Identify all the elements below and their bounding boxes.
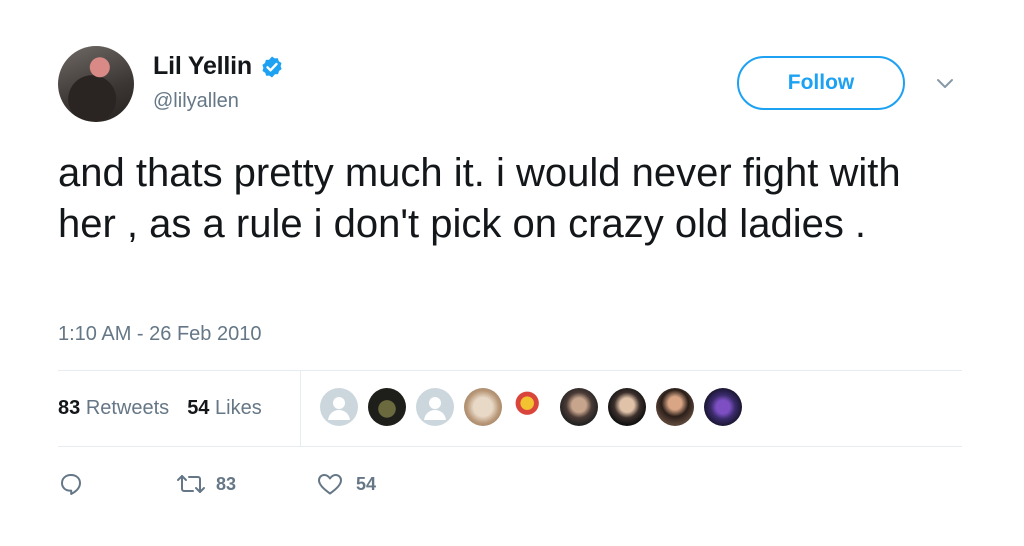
stats-separator xyxy=(300,370,301,446)
chevron-down-icon[interactable] xyxy=(934,72,956,94)
author-name-row[interactable]: Lil Yellin xyxy=(153,52,284,81)
reply-button[interactable] xyxy=(58,471,176,497)
liker-avatar[interactable] xyxy=(704,388,742,426)
heart-icon xyxy=(316,471,344,497)
tweet-text: and thats pretty much it. i would never … xyxy=(58,151,901,246)
liker-avatar[interactable] xyxy=(416,388,454,426)
liker-avatars xyxy=(320,388,752,426)
engagement-stats: 83 Retweets 54 Likes xyxy=(58,370,280,446)
retweet-button[interactable]: 83 xyxy=(176,471,316,497)
like-count: 54 xyxy=(356,473,377,494)
liker-avatar[interactable] xyxy=(608,388,646,426)
author-display-name[interactable]: Lil Yellin xyxy=(153,52,252,81)
retweet-icon xyxy=(176,471,206,497)
liker-avatar[interactable] xyxy=(560,388,598,426)
retweet-count: 83 xyxy=(216,473,237,494)
author-avatar[interactable] xyxy=(58,46,134,122)
like-button[interactable]: 54 xyxy=(316,471,376,497)
liker-avatar[interactable] xyxy=(464,388,502,426)
retweets-stat[interactable]: 83 Retweets xyxy=(58,397,169,420)
follow-button[interactable]: Follow xyxy=(737,56,905,110)
stats-bottom-divider xyxy=(58,446,962,447)
likes-stat-count: 54 xyxy=(187,396,210,419)
liker-avatar[interactable] xyxy=(368,388,406,426)
author-handle[interactable]: @lilyallen xyxy=(153,90,239,113)
liker-avatar[interactable] xyxy=(656,388,694,426)
liker-avatar[interactable] xyxy=(512,388,550,426)
likes-stat[interactable]: 54 Likes xyxy=(187,397,262,420)
liker-avatar[interactable] xyxy=(320,388,358,426)
reply-icon xyxy=(58,471,84,497)
tweet-header: Lil Yellin @lilyallen Follow xyxy=(58,42,968,126)
tweet-actions: 83 54 xyxy=(58,466,376,502)
retweets-stat-count: 83 xyxy=(58,396,81,419)
retweets-stat-label: Retweets xyxy=(85,396,170,419)
verified-badge-icon xyxy=(260,55,284,79)
tweet-timestamp[interactable]: 1:10 AM - 26 Feb 2010 xyxy=(58,323,261,346)
likes-stat-label: Likes xyxy=(215,396,262,419)
